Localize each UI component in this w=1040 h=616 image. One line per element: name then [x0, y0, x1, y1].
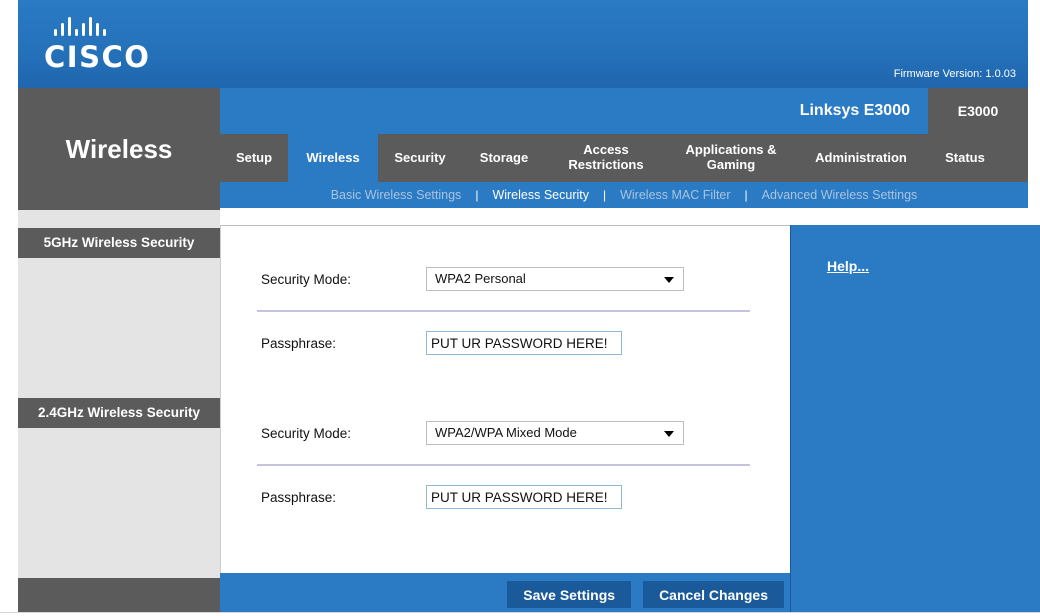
- tab-wireless[interactable]: Wireless: [288, 134, 378, 182]
- page-bottom-edge: [0, 612, 1040, 616]
- save-settings-button[interactable]: Save Settings: [507, 581, 632, 608]
- cisco-logo: CISCO: [44, 16, 214, 74]
- select-security-mode-5ghz[interactable]: WPA2 Personal: [426, 267, 684, 291]
- product-name: Linksys E3000: [220, 88, 928, 134]
- help-panel: Help...: [788, 225, 1040, 616]
- subnav-basic-wireless-settings[interactable]: Basic Wireless Settings: [317, 188, 476, 202]
- router-admin-page: CISCO Firmware Version: 1.0.03 Linksys E…: [0, 0, 1040, 616]
- chevron-down-icon: [664, 431, 674, 437]
- input-passphrase-5ghz[interactable]: [426, 331, 622, 355]
- sidebar: 5GHz Wireless Security 2.4GHz Wireless S…: [18, 208, 220, 616]
- subnav-advanced-wireless-settings[interactable]: Advanced Wireless Settings: [748, 188, 932, 202]
- cisco-wordmark: CISCO: [44, 40, 151, 74]
- sidebar-section-24ghz-wireless-security: 2.4GHz Wireless Security: [18, 398, 220, 428]
- subnav-wireless-mac-filter[interactable]: Wireless MAC Filter: [606, 188, 744, 202]
- select-security-mode-5ghz-value: WPA2 Personal: [435, 271, 526, 286]
- label-passphrase-5ghz: Passphrase:: [261, 335, 337, 351]
- label-security-mode-24ghz: Security Mode:: [261, 425, 352, 441]
- select-security-mode-24ghz-value: WPA2/WPA Mixed Mode: [435, 425, 577, 440]
- form-row-passphrase-5ghz: Passphrase:: [221, 322, 790, 364]
- cisco-bars-logo-icon: [54, 16, 214, 36]
- sidebar-footer-filler: [18, 578, 220, 616]
- tab-status[interactable]: Status: [926, 134, 1004, 182]
- chevron-down-icon: [664, 277, 674, 283]
- sidebar-top-gap: [18, 208, 220, 228]
- tab-administration[interactable]: Administration: [796, 134, 926, 182]
- action-footer: Save Settings Cancel Changes: [220, 573, 790, 616]
- label-security-mode-5ghz: Security Mode:: [261, 271, 352, 287]
- firmware-version: Firmware Version: 1.0.03: [893, 68, 1016, 80]
- tab-security[interactable]: Security: [378, 134, 462, 182]
- page-title: Wireless: [18, 88, 220, 210]
- tab-access-restrictions[interactable]: Access Restrictions: [546, 134, 666, 182]
- tab-applications-gaming[interactable]: Applications & Gaming: [666, 134, 796, 182]
- tab-storage[interactable]: Storage: [462, 134, 546, 182]
- form-row-security-mode-24ghz: Security Mode: WPA2/WPA Mixed Mode: [221, 412, 790, 454]
- help-link[interactable]: Help...: [827, 258, 869, 274]
- divider-5ghz: [257, 310, 750, 312]
- divider-24ghz: [257, 464, 750, 466]
- cancel-changes-button[interactable]: Cancel Changes: [643, 581, 784, 608]
- input-passphrase-24ghz[interactable]: [426, 485, 622, 509]
- content-panel: Security Mode: WPA2 Personal Passphrase:…: [220, 225, 790, 573]
- sidebar-section-5ghz-wireless-security: 5GHz Wireless Security: [18, 228, 220, 258]
- label-passphrase-24ghz: Passphrase:: [261, 489, 337, 505]
- main-tabs: Setup Wireless Security Storage Access R…: [220, 134, 1028, 182]
- cisco-banner: CISCO Firmware Version: 1.0.03: [18, 0, 1028, 88]
- sidebar-body-5ghz: [18, 258, 220, 398]
- form-row-passphrase-24ghz: Passphrase:: [221, 476, 790, 518]
- sidebar-body-24ghz: [18, 428, 220, 578]
- subnav-wireless-security[interactable]: Wireless Security: [478, 188, 603, 202]
- model-code: E3000: [957, 103, 999, 119]
- tab-setup[interactable]: Setup: [220, 134, 288, 182]
- form-row-security-mode-5ghz: Security Mode: WPA2 Personal: [221, 258, 790, 300]
- select-security-mode-24ghz[interactable]: WPA2/WPA Mixed Mode: [426, 421, 684, 445]
- sub-navigation: Basic Wireless Settings | Wireless Secur…: [220, 182, 1028, 208]
